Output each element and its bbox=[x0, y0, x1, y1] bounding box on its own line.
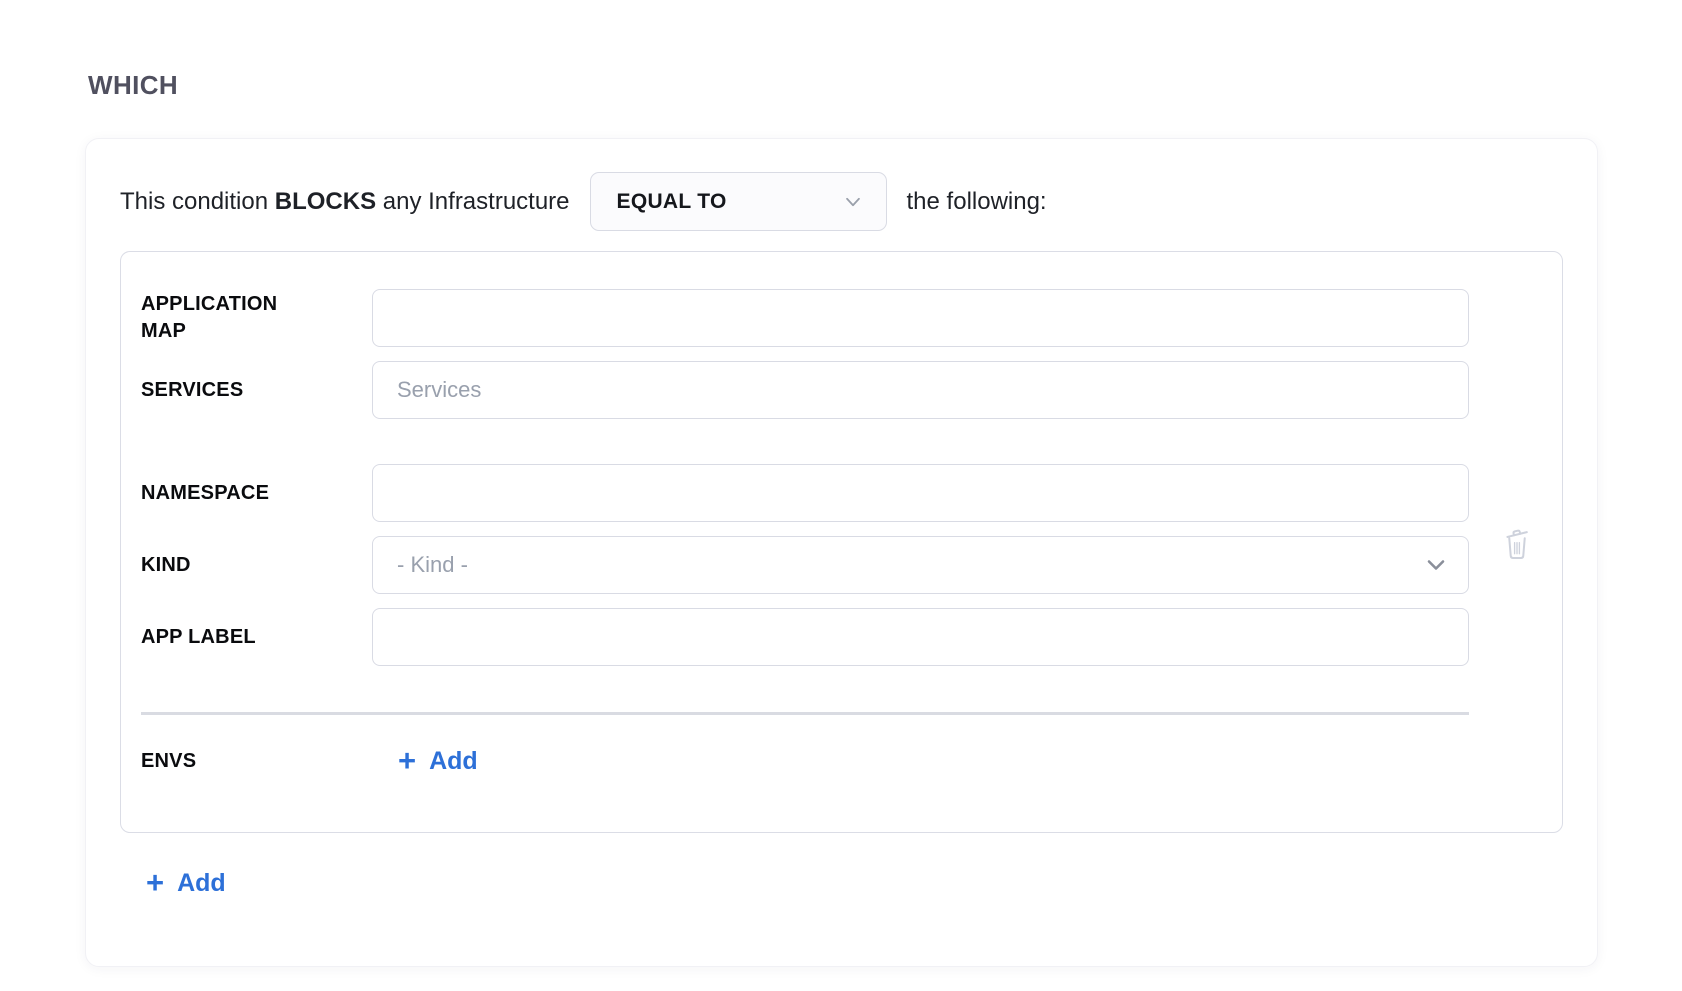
add-condition-label: Add bbox=[177, 869, 226, 898]
envs-add-button[interactable]: + Add bbox=[398, 747, 478, 776]
page-title: WHICH bbox=[88, 70, 178, 101]
field-label-kind: KIND bbox=[141, 552, 372, 579]
condition-prefix-text: This condition bbox=[120, 188, 268, 215]
chevron-down-icon bbox=[1424, 553, 1448, 577]
field-label-services: SERVICES bbox=[141, 377, 372, 404]
namespace-input[interactable] bbox=[372, 464, 1469, 522]
divider bbox=[141, 712, 1469, 715]
chevron-down-icon bbox=[842, 191, 864, 213]
add-condition-button[interactable]: + Add bbox=[146, 869, 226, 898]
envs-add-label: Add bbox=[429, 747, 478, 776]
field-row-services: SERVICES bbox=[141, 361, 1469, 419]
delete-condition-button[interactable] bbox=[1497, 519, 1537, 565]
field-row-envs: ENVS + Add bbox=[141, 747, 1469, 776]
trash-icon bbox=[1501, 523, 1533, 561]
field-label-application-map: APPLICATION MAP bbox=[141, 291, 372, 345]
field-label-app-label: APP LABEL bbox=[141, 624, 372, 651]
infrastructure-fields-card: APPLICATION MAP SERVICES NAMESPACE KIND … bbox=[120, 251, 1563, 833]
condition-middle-text: any Infrastructure bbox=[383, 188, 570, 215]
operator-select-value: EQUAL TO bbox=[617, 190, 727, 214]
condition-text-suffix: the following: bbox=[907, 188, 1047, 216]
field-label-envs: ENVS bbox=[141, 748, 372, 775]
condition-card: This condition BLOCKS any Infrastructure… bbox=[85, 138, 1598, 967]
field-row-kind: KIND - Kind - bbox=[141, 536, 1469, 594]
field-row-app-label: APP LABEL bbox=[141, 608, 1469, 666]
field-label-namespace: NAMESPACE bbox=[141, 480, 372, 507]
application-map-input[interactable] bbox=[372, 289, 1469, 347]
app-label-input[interactable] bbox=[372, 608, 1469, 666]
field-row-application-map: APPLICATION MAP bbox=[141, 289, 1469, 347]
condition-sentence: This condition BLOCKS any Infrastructure… bbox=[120, 172, 1563, 231]
field-row-namespace: NAMESPACE bbox=[141, 464, 1469, 522]
condition-text-prefix: This condition BLOCKS any Infrastructure bbox=[120, 188, 570, 216]
kind-select-placeholder: - Kind - bbox=[397, 552, 468, 578]
condition-verb: BLOCKS bbox=[275, 188, 376, 215]
plus-icon: + bbox=[398, 750, 416, 772]
kind-select[interactable]: - Kind - bbox=[372, 536, 1469, 594]
plus-icon: + bbox=[146, 872, 164, 894]
operator-select[interactable]: EQUAL TO bbox=[590, 172, 887, 231]
services-input[interactable] bbox=[372, 361, 1469, 419]
